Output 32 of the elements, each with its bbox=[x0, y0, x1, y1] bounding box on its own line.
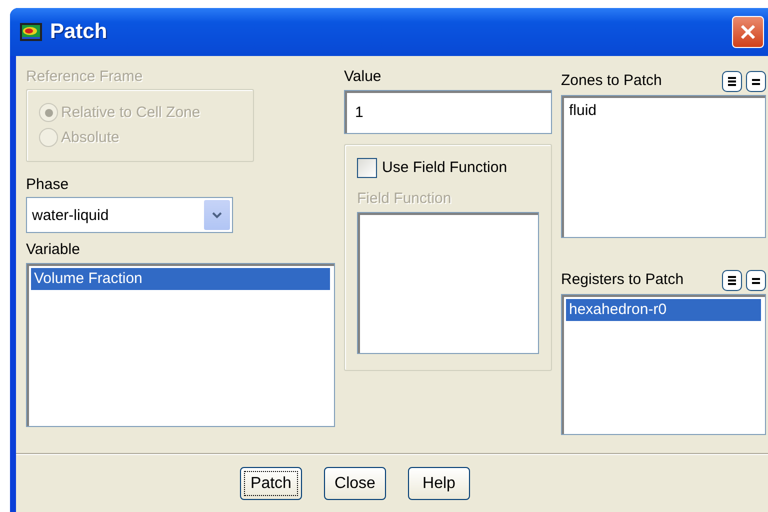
deselect-all-button[interactable] bbox=[746, 270, 766, 290]
close-button[interactable] bbox=[732, 16, 764, 48]
list-item[interactable]: hexahedron-r0 bbox=[566, 299, 761, 321]
field-label: Variable bbox=[26, 241, 81, 259]
field-label: Value bbox=[344, 68, 382, 86]
select-all-button[interactable] bbox=[722, 270, 742, 290]
checkbox[interactable] bbox=[357, 158, 377, 178]
chevron-down-icon bbox=[204, 200, 230, 230]
field-label: Phase bbox=[26, 176, 70, 194]
list-item[interactable]: Volume Fraction bbox=[31, 268, 330, 290]
zones-list[interactable]: fluid bbox=[561, 95, 766, 238]
group-label: Reference Frame bbox=[26, 68, 144, 86]
window-title: Patch bbox=[50, 20, 108, 44]
checkbox-label[interactable]: Use Field Function bbox=[382, 159, 508, 177]
variable-list[interactable]: Volume Fraction bbox=[26, 263, 335, 427]
value-field[interactable]: 1 bbox=[344, 90, 552, 134]
list-item[interactable]: fluid bbox=[566, 100, 761, 122]
field-label: Field Function bbox=[357, 190, 452, 208]
list-label: Registers to Patch bbox=[561, 271, 684, 289]
deselect-all-button[interactable] bbox=[746, 70, 766, 92]
select-all-button[interactable] bbox=[722, 70, 742, 92]
three-lines-icon bbox=[727, 76, 737, 86]
phase-dropdown[interactable]: water-liquid bbox=[26, 197, 233, 233]
three-lines-icon bbox=[727, 274, 737, 286]
registers-list[interactable]: hexahedron-r0 bbox=[561, 294, 766, 435]
dialog-button[interactable]: Close bbox=[324, 467, 386, 500]
list-label: Zones to Patch bbox=[561, 72, 662, 90]
close-icon bbox=[739, 23, 757, 41]
field-function-list[interactable] bbox=[357, 212, 539, 354]
app-icon bbox=[20, 23, 42, 41]
dialog-button[interactable]: Help bbox=[408, 467, 470, 500]
dialog-button[interactable]: Patch bbox=[240, 467, 302, 500]
